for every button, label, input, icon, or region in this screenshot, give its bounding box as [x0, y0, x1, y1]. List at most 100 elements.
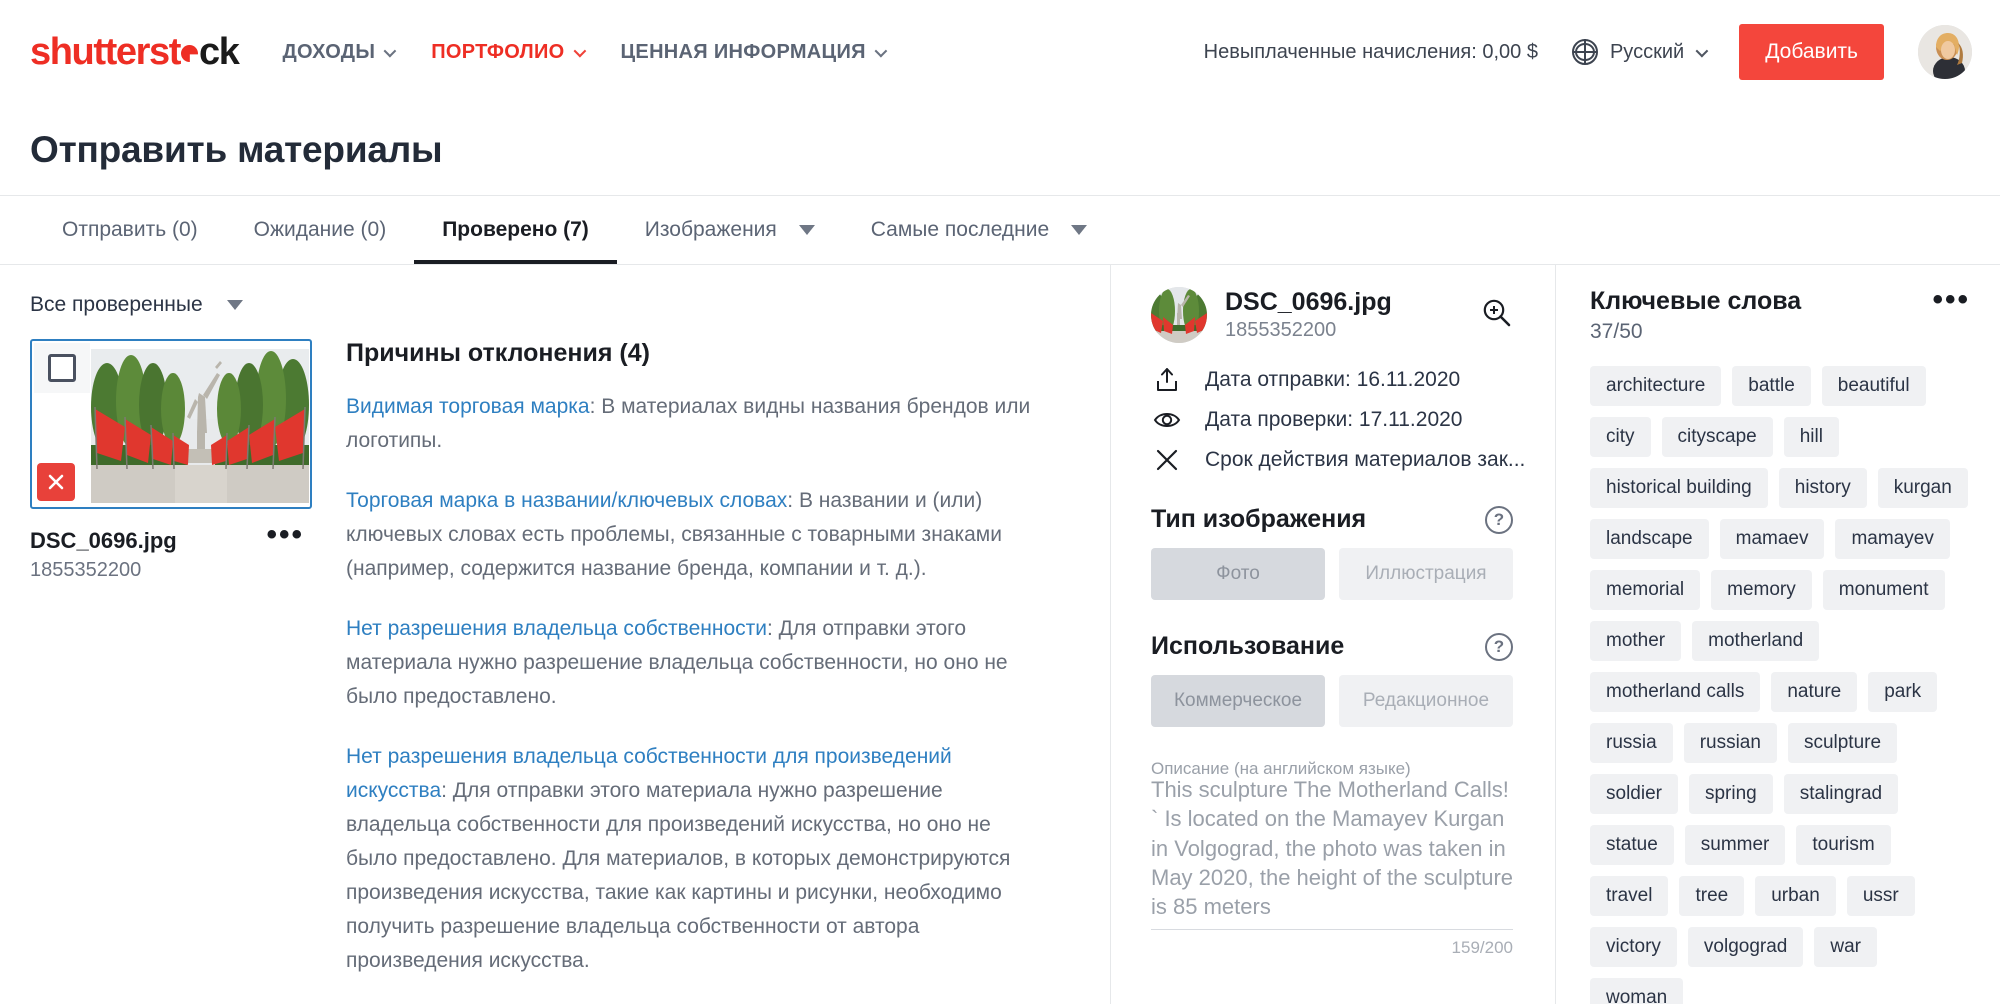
dropdown-sort[interactable]: Самые последние: [843, 196, 1115, 264]
keyword-chip[interactable]: mamayev: [1835, 519, 1950, 559]
asset-file-id: 1855352200: [30, 558, 142, 581]
keyword-chip[interactable]: landscape: [1590, 519, 1709, 559]
asset-menu-button[interactable]: •••: [266, 520, 312, 550]
eye-icon: [1151, 407, 1183, 433]
avatar-image: [1918, 25, 1972, 79]
add-button[interactable]: Добавить: [1739, 24, 1884, 80]
help-icon[interactable]: ?: [1485, 632, 1513, 661]
chevron-down-icon: [573, 44, 586, 57]
asset-thumbnail-image: [91, 349, 309, 503]
tabs-bar: Отправить (0) Ожидание (0) Проверено (7)…: [0, 195, 2000, 265]
detail-meta-text: Дата проверки: 17.11.2020: [1205, 408, 1463, 431]
dropdown-review-filter[interactable]: Все проверенные: [30, 293, 243, 317]
detail-thumbnail[interactable]: [1151, 287, 1207, 343]
keyword-chip[interactable]: architecture: [1590, 366, 1722, 406]
keyword-chip[interactable]: history: [1778, 468, 1867, 508]
usage-options: Коммерческое Редакционное: [1151, 675, 1513, 727]
rejection-reason-item: Видимая торговая марка: В материалах вид…: [346, 390, 1046, 458]
keyword-chip[interactable]: volgograd: [1687, 927, 1804, 967]
keyword-chip[interactable]: motherland: [1692, 621, 1820, 661]
keywords-menu-button[interactable]: •••: [1932, 285, 1970, 315]
keyword-chip[interactable]: war: [1814, 927, 1877, 967]
keyword-chip[interactable]: russia: [1590, 723, 1673, 763]
keyword-chip[interactable]: cityscape: [1661, 417, 1773, 457]
page-title: Отправить материалы: [30, 129, 443, 170]
keyword-chip[interactable]: city: [1590, 417, 1651, 457]
usage-title: Использование: [1151, 632, 1345, 660]
keyword-chip[interactable]: russian: [1683, 723, 1777, 763]
image-type-title: Тип изображения: [1151, 505, 1367, 533]
user-avatar[interactable]: [1918, 25, 1972, 79]
keyword-chip[interactable]: kurgan: [1877, 468, 1968, 508]
keyword-chip[interactable]: park: [1868, 672, 1938, 712]
close-icon: [48, 474, 64, 490]
keywords-header: Ключевые слова 37/50 •••: [1590, 285, 1970, 344]
keywords-panel: Ключевые слова 37/50 ••• architecture bat…: [1555, 265, 2000, 1004]
keyword-chip[interactable]: motherland calls: [1590, 672, 1761, 712]
rejection-reasons-panel: Причины отклонения (4) Видимая торговая …: [346, 339, 1046, 1004]
rejection-reason-link[interactable]: Видимая торговая марка: [346, 395, 590, 418]
detail-file-name: DSC_0696.jpg: [1225, 287, 1392, 316]
detail-file-id: 1855352200: [1225, 319, 1337, 342]
description-input[interactable]: This sculpture The Motherland Calls! ` I…: [1151, 761, 1513, 931]
usage-option-editorial[interactable]: Редакционное: [1339, 675, 1513, 727]
keyword-chip[interactable]: victory: [1590, 927, 1677, 967]
keyword-chip[interactable]: memory: [1711, 570, 1812, 610]
image-type-option-illustration[interactable]: Иллюстрация: [1339, 548, 1513, 600]
rejection-reason-item: Нет разрешения владельца собственности д…: [346, 740, 1046, 978]
shutterstock-logo[interactable]: shutterst ck: [30, 31, 240, 73]
detail-thumbnail-image: [1151, 287, 1207, 343]
rejection-reason-link[interactable]: Нет разрешения владельца собственности: [346, 617, 767, 640]
zoom-in-icon[interactable]: [1481, 297, 1513, 334]
keyword-chip[interactable]: stalingrad: [1783, 774, 1899, 814]
detail-meta-row: Срок действия материалов зак...: [1151, 447, 1525, 473]
dropdown-media-type[interactable]: Изображения: [617, 196, 843, 264]
rejection-reason-link[interactable]: Торговая марка в названии/ключевых слова…: [346, 489, 787, 512]
asset-select-checkbox[interactable]: [34, 343, 90, 393]
keyword-chip[interactable]: monument: [1822, 570, 1945, 610]
keyword-chip[interactable]: nature: [1771, 672, 1858, 712]
keyword-chip[interactable]: tree: [1679, 876, 1745, 916]
keyword-chip[interactable]: spring: [1688, 774, 1773, 814]
keyword-chip[interactable]: ussr: [1846, 876, 1915, 916]
keyword-chip[interactable]: tourism: [1796, 825, 1891, 865]
keyword-chip[interactable]: travel: [1590, 876, 1669, 916]
tab-reviewed[interactable]: Проверено (7): [414, 196, 617, 264]
keyword-chip[interactable]: soldier: [1590, 774, 1678, 814]
logo-text-secondary: ck: [198, 31, 240, 73]
help-icon[interactable]: ?: [1485, 505, 1513, 534]
keyword-chip[interactable]: beautiful: [1821, 366, 1926, 406]
keyword-chip[interactable]: urban: [1755, 876, 1836, 916]
detail-meta-list: Дата отправки: 16.11.2020 Дата проверки:…: [1151, 367, 1525, 473]
keyword-chip[interactable]: summer: [1684, 825, 1786, 865]
language-selector[interactable]: Русский: [1571, 39, 1709, 65]
keyword-chip[interactable]: hill: [1783, 417, 1839, 457]
checkbox-box-icon: [48, 354, 76, 382]
rejection-reasons-heading: Причины отклонения (4): [346, 339, 650, 367]
keyword-chip[interactable]: memorial: [1590, 570, 1701, 610]
chevron-down-icon: [874, 44, 888, 57]
nav-item-label: ДОХОДЫ: [282, 40, 376, 63]
keyword-chip[interactable]: sculpture: [1787, 723, 1898, 763]
keyword-chip[interactable]: statue: [1590, 825, 1674, 865]
nav-item-portfolio[interactable]: ПОРТФОЛИО: [431, 41, 586, 64]
header-right-group: Невыплаченные начисления: 0,00 $ Русский…: [1204, 24, 1972, 80]
nav-item-earnings[interactable]: ДОХОДЫ: [282, 40, 397, 64]
keyword-chip[interactable]: mother: [1590, 621, 1682, 661]
image-type-header: Тип изображения ?: [1151, 505, 1513, 534]
description-label: Описание (на английском языке): [1151, 759, 1411, 778]
nav-item-insights[interactable]: ЦЕННАЯ ИНФОРМАЦИЯ: [621, 41, 888, 64]
keyword-chip[interactable]: historical building: [1590, 468, 1768, 508]
usage-option-commercial[interactable]: Коммерческое: [1151, 675, 1325, 727]
detail-meta-row: Дата проверки: 17.11.2020: [1151, 407, 1513, 433]
keyword-chip[interactable]: mamaev: [1719, 519, 1825, 559]
dropdown-media-type-label: Изображения: [644, 218, 777, 241]
asset-thumbnail-card[interactable]: [30, 339, 312, 509]
image-type-option-photo[interactable]: Фото: [1151, 548, 1325, 600]
keyword-chip[interactable]: battle: [1732, 366, 1811, 406]
tab-to-submit[interactable]: Отправить (0): [34, 196, 226, 264]
keyword-chip[interactable]: woman: [1590, 978, 1684, 1004]
chevron-down-icon: [1071, 225, 1088, 235]
asset-detail-panel: DSC_0696.jpg 1855352200 Дата отправки: 1…: [1110, 265, 1555, 1004]
tab-pending[interactable]: Ожидание (0): [226, 196, 415, 264]
